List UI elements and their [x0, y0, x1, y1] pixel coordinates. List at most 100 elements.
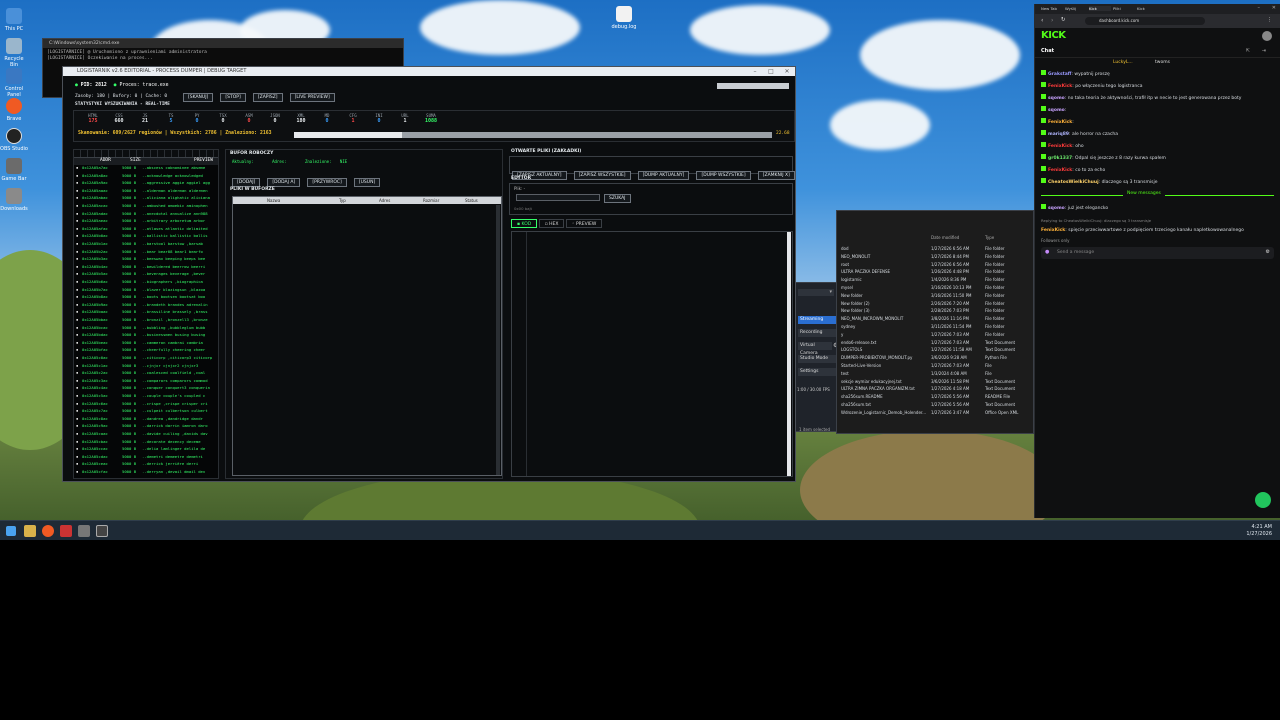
chat-username[interactable]: FenixKick	[1048, 84, 1072, 89]
terminal-icon[interactable]	[78, 525, 90, 537]
table-row[interactable]: ▪ 0x12A05cdac 5000 B ..demetri demeetre dem…	[74, 454, 218, 462]
table-row[interactable]: ▪ 0x12A05c5ac 5000 B ..couple couple's coup…	[74, 393, 218, 401]
table-row[interactable]: ▪ 0x12A05abac 5000 B ..aliciana alighatic a…	[74, 195, 218, 203]
back-icon[interactable]: ‹	[1041, 17, 1043, 24]
app-icon[interactable]	[60, 525, 72, 537]
table-row[interactable]: ▪ 0x12A05c8ac 5000 B ..dandrea ,dandridge d…	[74, 416, 218, 424]
avatar[interactable]	[1262, 31, 1272, 41]
table-row[interactable]: ▪ 0x12A05b5ac 5000 B ..beverages beverage ,…	[74, 271, 218, 279]
chat-fab-icon[interactable]	[1255, 492, 1271, 508]
desktop-icon-game-bar[interactable]: Game Bar	[0, 158, 28, 182]
chat-username[interactable]: gr0k1337	[1048, 156, 1072, 161]
list-item[interactable]: sekcje wymiar edukacyjnej.txt 3/6/2026 11…	[841, 378, 1035, 386]
column-header-status[interactable]: Status	[465, 197, 478, 204]
table-row[interactable]: ▪ 0x12A05afac 5000 B ..atlases atlantic del…	[74, 226, 218, 234]
table-row[interactable]: ▪ 0x12A05aeac 5000 B ..arbitrary arboretum …	[74, 218, 218, 226]
restore-button[interactable]: [PRZYWROC]	[307, 178, 347, 187]
column-header-addr[interactable]: ADDR	[100, 158, 111, 163]
column-header-type[interactable]: Typ	[339, 197, 346, 204]
column-header-date[interactable]: Date modified	[931, 235, 959, 240]
search-button[interactable]: SZUKAJ	[604, 194, 631, 203]
chat-username[interactable]: sqomo	[1048, 206, 1065, 211]
table-row[interactable]: ▪ 0x12A05bcac 5000 B ..bubbling ,bubbleglum…	[74, 325, 218, 333]
editor-search-input[interactable]	[516, 194, 600, 201]
dump-all-button[interactable]: [DUMP WSZYSTKIE]	[696, 171, 751, 180]
table-row[interactable]: ▪ 0x12A05c4ac 5000 B ..conquer conquert3 co…	[74, 385, 218, 393]
table-row[interactable]: ▪ 0x12A05ceac 5000 B ..derrick jerrière der…	[74, 461, 218, 469]
table-row[interactable]: ▪ 0x12A05c0ac 5000 B ..citicorp ,citicorp3 …	[74, 355, 218, 363]
table-row[interactable]: ▪ 0x12A05b1ac 5000 B ..barstool barstow ,ba…	[74, 241, 218, 249]
add-button[interactable]: [DODAJ]	[232, 178, 261, 187]
list-item[interactable]: New folder (3) 2/28/2026 7:03 PM File fold…	[841, 307, 1035, 315]
desktop-icon-control-panel[interactable]: Control Panel	[0, 68, 28, 98]
list-item[interactable]: ULTRA PACZKA DEFENSE 1/26/2026 4:48 PM Fil…	[841, 268, 1035, 276]
table-row[interactable]: ▪ 0x12A05beac 5000 B ..cammeron cambrai cam…	[74, 340, 218, 348]
chat-input[interactable]: ● Send a message ⚙	[1041, 247, 1274, 259]
list-item[interactable]: NEO_MONOLIT 1/27/2026 8:44 PM File folder	[841, 253, 1035, 261]
table-row[interactable]: ▪ 0x12A05c6ac 5000 B ..crispe ,crispe crisp…	[74, 401, 218, 409]
list-item[interactable]: endo6-release.txt 1/27/2026 7:03 AM Text D…	[841, 339, 1035, 347]
file-explorer-window[interactable]: Date modified Type dod 1/27/2026 6:56 AM F…	[799, 210, 1035, 434]
tab-hex[interactable]: ▫ HEX	[538, 219, 565, 228]
browser-tab[interactable]: Pliki	[1113, 6, 1135, 11]
forward-icon[interactable]: ›	[1051, 17, 1053, 24]
live-preview-button[interactable]: [LIVE PREVIEW]	[289, 93, 335, 102]
browser-window[interactable]: New Tab Wyślij Kick Pliki Kick – ✕ ‹ › ↻ das…	[1034, 4, 1280, 518]
buffer-files-table[interactable]: Nazwa Typ Adres Rozmiar Status	[232, 196, 502, 476]
chat-username[interactable]: FenixKick	[1048, 168, 1072, 173]
list-item[interactable]: sha256sum.txt 1/27/2026 5:56 AM Text Docum…	[841, 401, 1035, 409]
scan-button[interactable]: [SKANUJ]	[183, 93, 214, 102]
desktop-icon-this-pc[interactable]: This PC	[0, 8, 28, 32]
obs-icon[interactable]	[96, 525, 108, 537]
emoji-icon[interactable]: ●	[1045, 249, 1049, 255]
remove-button[interactable]: [USUN]	[353, 178, 381, 187]
desktop-file-icon[interactable]: debug.log	[610, 6, 638, 30]
column-header-address[interactable]: Adres	[379, 197, 390, 204]
column-header-size[interactable]: Rozmiar	[423, 197, 439, 204]
address-bar[interactable]: dashboard.kick.com	[1085, 17, 1205, 25]
table-row[interactable]: ▪ 0x12A05b6ac 5000 B ..biographers ,biograp…	[74, 279, 218, 287]
chat-username[interactable]: Grakstaff	[1048, 72, 1071, 77]
table-row[interactable]: ▪ 0x12A05cbac 5000 B ..decorate decency dec…	[74, 439, 218, 447]
obs-dropdown[interactable]: ▾	[798, 289, 834, 296]
app-window[interactable]: LOGISTARNIK v2.6 EDITORIAL - PROCESS DUM…	[62, 66, 796, 482]
table-row[interactable]: ▪ 0x12A05acac 5000 B ..ambushed amoebic ami…	[74, 203, 218, 211]
table-row[interactable]: ▪ 0x12A05b0ac 5000 B ..ballistic ballistic …	[74, 233, 218, 241]
memory-list-panel[interactable]: ADDR SIZE PREVIEW ▪ 0x12A05a7ac 5000 B ..ab…	[73, 149, 219, 479]
settings-icon[interactable]: ⚙	[1266, 249, 1270, 255]
close-icon[interactable]: ✕	[1272, 5, 1276, 11]
file-explorer-icon[interactable]	[24, 525, 36, 537]
reload-icon[interactable]: ↻	[1061, 17, 1066, 23]
column-header-type[interactable]: Type	[985, 235, 994, 240]
table-row[interactable]: ▪ 0x12A05caac 5000 B ..davide cuiling ,davi…	[74, 431, 218, 439]
list-item[interactable]: LOGSTOLS 1/27/2026 11:58 AM Text Document	[841, 346, 1035, 354]
column-header-size[interactable]: SIZE	[130, 158, 141, 163]
save-all-button[interactable]: [ZAPISZ WSZYSTKIE]	[573, 171, 631, 180]
table-row[interactable]: ▪ 0x12A05c1ac 5000 B ..cjnjxr cjnjxr2 cjnjx…	[74, 363, 218, 371]
list-item[interactable]: mysel 3/16/2026 10:13 PM File folder	[841, 284, 1035, 292]
list-item[interactable]: Started-Live-Version 1/27/2026 7:03 AM Fil…	[841, 362, 1035, 370]
list-item[interactable]: sydney 3/11/2026 11:54 PM File folder	[841, 323, 1035, 331]
list-item[interactable]: New folder (2) 2/26/2026 7:20 AM File fold…	[841, 300, 1035, 308]
minimize-icon[interactable]: –	[1258, 5, 1261, 11]
desktop-icon-recycle-bin[interactable]: Recycle Bin	[0, 38, 28, 68]
table-row[interactable]: ▪ 0x12A05bdac 5000 B ..businessmen busing b…	[74, 332, 218, 340]
menu-icon[interactable]: ⋮	[1267, 17, 1272, 23]
list-item[interactable]: root 1/27/2026 6:56 AM File folder	[841, 261, 1035, 269]
obs-studio-mode-button[interactable]: Studio Mode	[798, 355, 840, 363]
table-row[interactable]: ▪ 0x12A05aaac 5000 B ..alderman alderman al…	[74, 188, 218, 196]
table-row[interactable]: ▪ 0x12A05c2ac 5000 B ..coalesced coalfield …	[74, 370, 218, 378]
table-row[interactable]: ▪ 0x12A05b3ac 5000 B ..beeswax beeping beep…	[74, 256, 218, 264]
obs-recording-button[interactable]: Recording	[798, 329, 840, 337]
close-tab-button[interactable]: [ZAMKNIJ X]	[757, 171, 795, 180]
chat-username[interactable]: sqomo	[1048, 96, 1065, 101]
list-item[interactable]: DUMPER-PROBIEKTOW_MONOLIT.py 3/6/2026 9:2…	[841, 354, 1035, 362]
table-row[interactable]: ▪ 0x12A05a7ac 5000 B ..abscess cabnominee a…	[74, 165, 218, 173]
tab-code[interactable]: ▪ KOD	[511, 219, 538, 228]
table-row[interactable]: ▪ 0x12A05ccac 5000 B ..delia lamlinger deli…	[74, 446, 218, 454]
desktop-icon-downloads[interactable]: Downloads	[0, 188, 28, 212]
table-row[interactable]: ▪ 0x12A05c7ac 5000 B ..culpeit culbertson c…	[74, 408, 218, 416]
table-row[interactable]: ▪ 0x12A05c3ac 5000 B ..comparors comparors …	[74, 378, 218, 386]
table-row[interactable]: ▪ 0x12A05baac 5000 B ..brassiline brassely …	[74, 309, 218, 317]
table-row[interactable]: ▪ 0x12A05b9ac 5000 B ..brandeth brandes adr…	[74, 302, 218, 310]
